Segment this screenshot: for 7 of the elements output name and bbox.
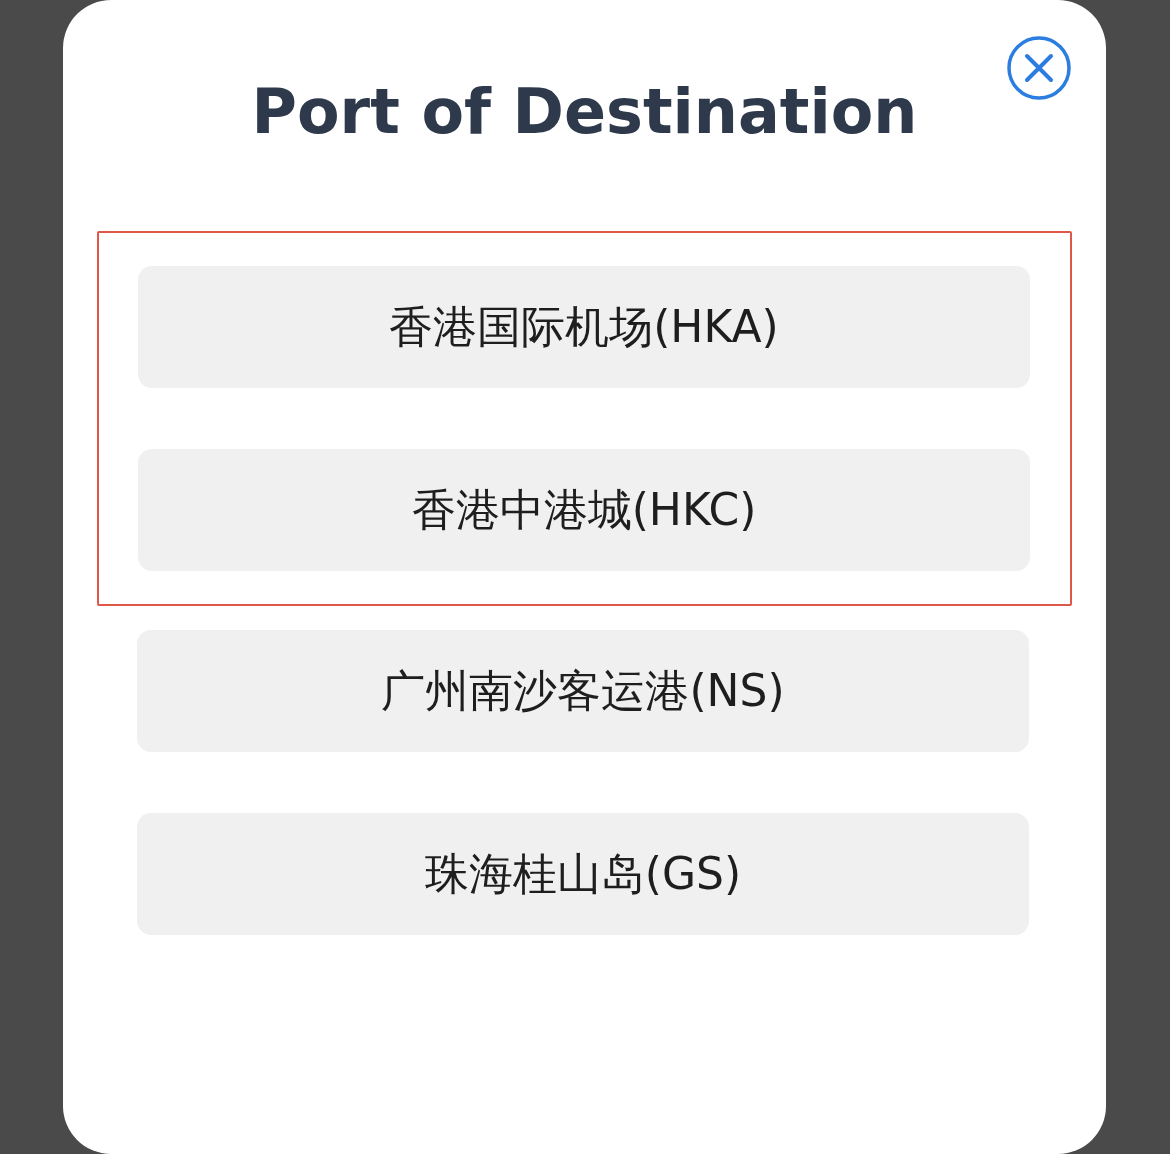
close-icon: [1006, 35, 1072, 101]
port-option[interactable]: 珠海桂山岛(GS): [137, 813, 1029, 935]
close-button[interactable]: [1006, 35, 1072, 101]
port-option[interactable]: 香港中港城(HKC): [138, 449, 1030, 571]
port-option[interactable]: 广州南沙客运港(NS): [137, 630, 1029, 752]
port-option[interactable]: 香港国际机场(HKA): [138, 266, 1030, 388]
dialog-title: Port of Destination: [251, 78, 918, 146]
